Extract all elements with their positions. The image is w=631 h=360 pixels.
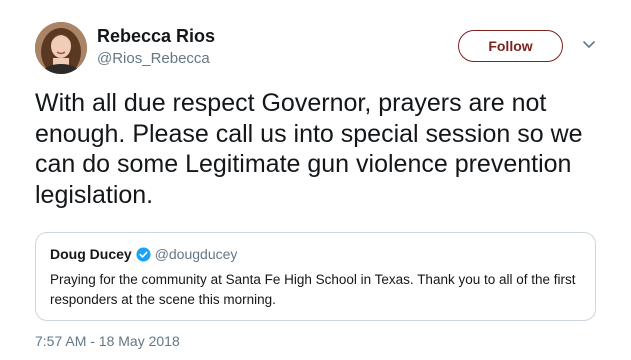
tweet-card: Rebecca Rios @Rios_Rebecca Follow With a… (0, 0, 631, 360)
quoted-author-name: Doug Ducey (50, 246, 132, 262)
author-name[interactable]: Rebecca Rios (97, 26, 215, 47)
tweet-timestamp[interactable]: 7:57 AM - 18 May 2018 (35, 333, 180, 349)
avatar[interactable] (35, 22, 87, 74)
tweet-text: With all due respect Governor, prayers a… (35, 89, 583, 209)
quoted-author-handle: @dougducey (154, 246, 238, 262)
verified-badge-icon (136, 246, 151, 262)
quoted-tweet-header: Doug Ducey @dougducey (50, 246, 237, 262)
follow-button[interactable]: Follow (458, 30, 563, 62)
quoted-tweet-text: Praying for the community at Santa Fe Hi… (50, 272, 576, 307)
quoted-tweet[interactable]: Doug Ducey @dougducey Praying for the co… (35, 232, 596, 321)
author-handle[interactable]: @Rios_Rebecca (97, 50, 210, 67)
avatar-image (35, 22, 87, 74)
chevron-down-icon[interactable] (582, 40, 596, 50)
